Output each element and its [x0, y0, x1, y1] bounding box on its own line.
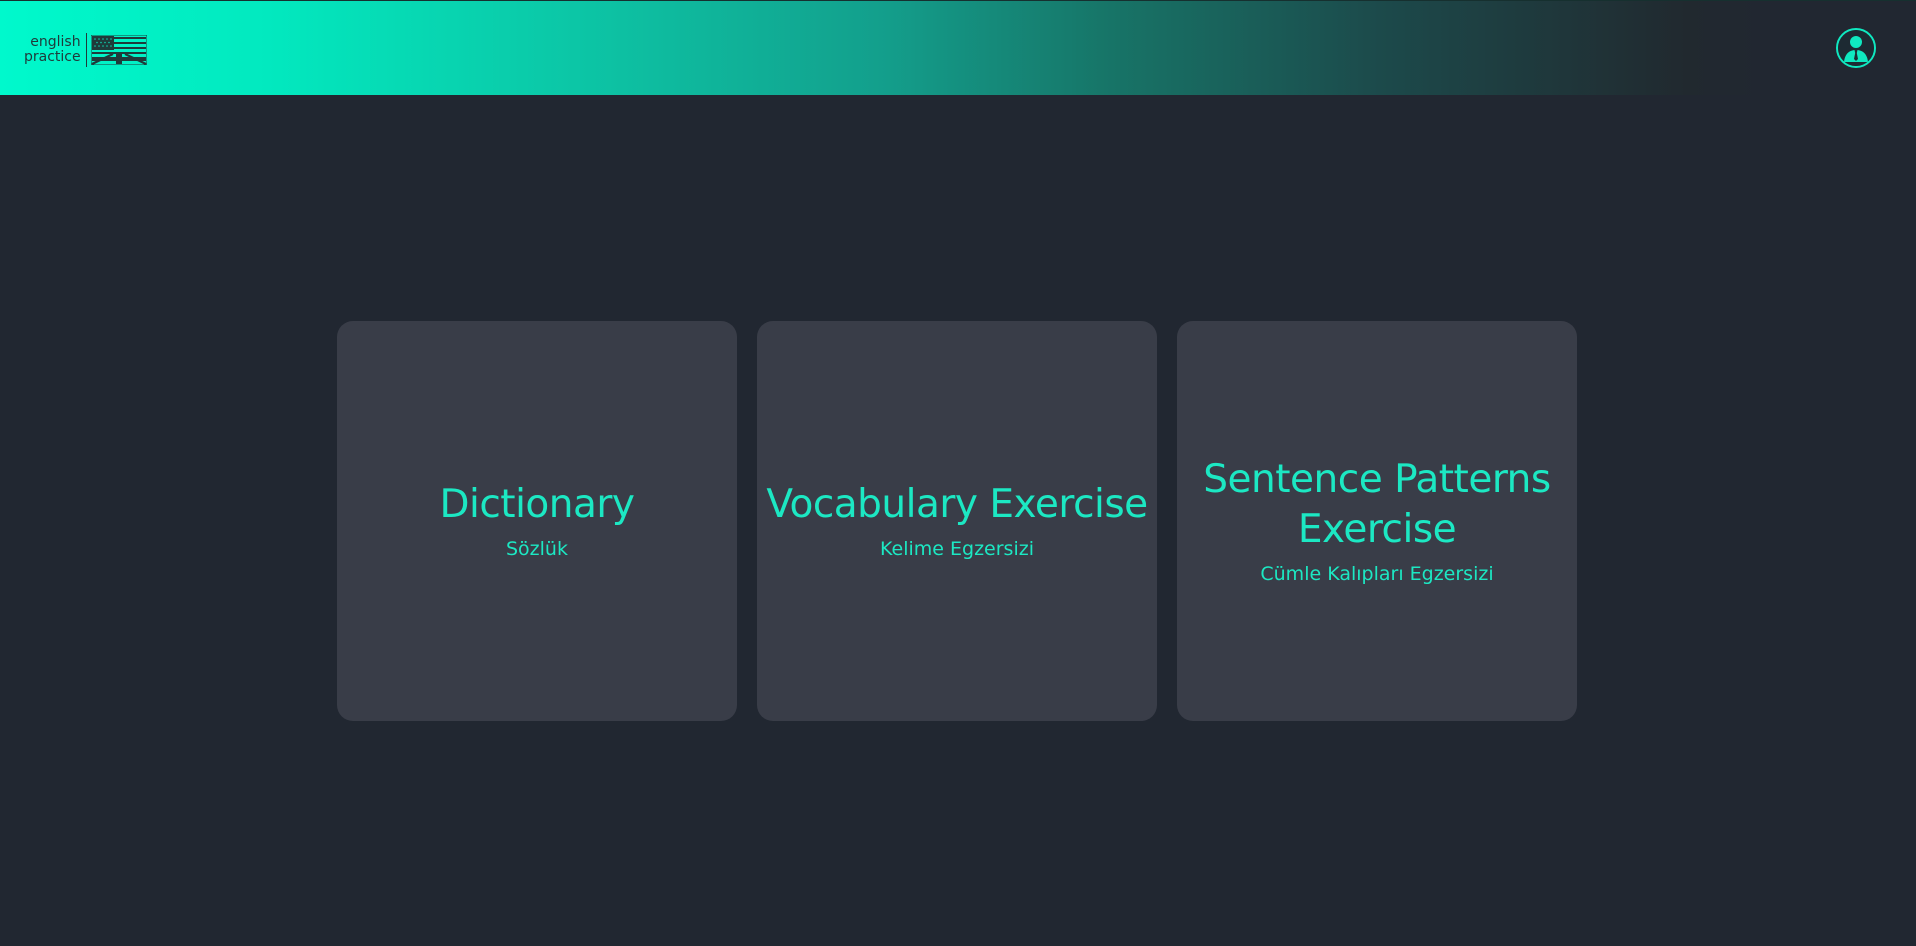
logo-text: english practice [24, 33, 87, 67]
card-title: Dictionary [439, 482, 635, 527]
card-subtitle: Cümle Kalıpları Egzersizi [1260, 563, 1494, 585]
user-avatar-button[interactable] [1836, 28, 1876, 68]
logo-line-english: english [30, 34, 81, 50]
card-title: Vocabulary Exercise [766, 482, 1148, 527]
user-icon [1838, 30, 1874, 66]
card-subtitle: Sözlük [506, 538, 568, 560]
card-sentence-patterns-exercise[interactable]: Sentence Patterns Exercise Cümle Kalıpla… [1177, 321, 1577, 721]
us-uk-flag-icon [90, 35, 147, 65]
exercise-cards: Dictionary Sözlük Vocabulary Exercise Ke… [337, 321, 1577, 721]
card-vocabulary-exercise[interactable]: Vocabulary Exercise Kelime Egzersizi [757, 321, 1157, 721]
card-title: Sentence Patterns Exercise [1203, 457, 1551, 552]
app-logo[interactable]: english practice [24, 31, 147, 69]
card-subtitle: Kelime Egzersizi [880, 538, 1034, 560]
logo-line-practice: practice [24, 49, 81, 65]
top-header: english practice [0, 0, 1916, 95]
card-dictionary[interactable]: Dictionary Sözlük [337, 321, 737, 721]
